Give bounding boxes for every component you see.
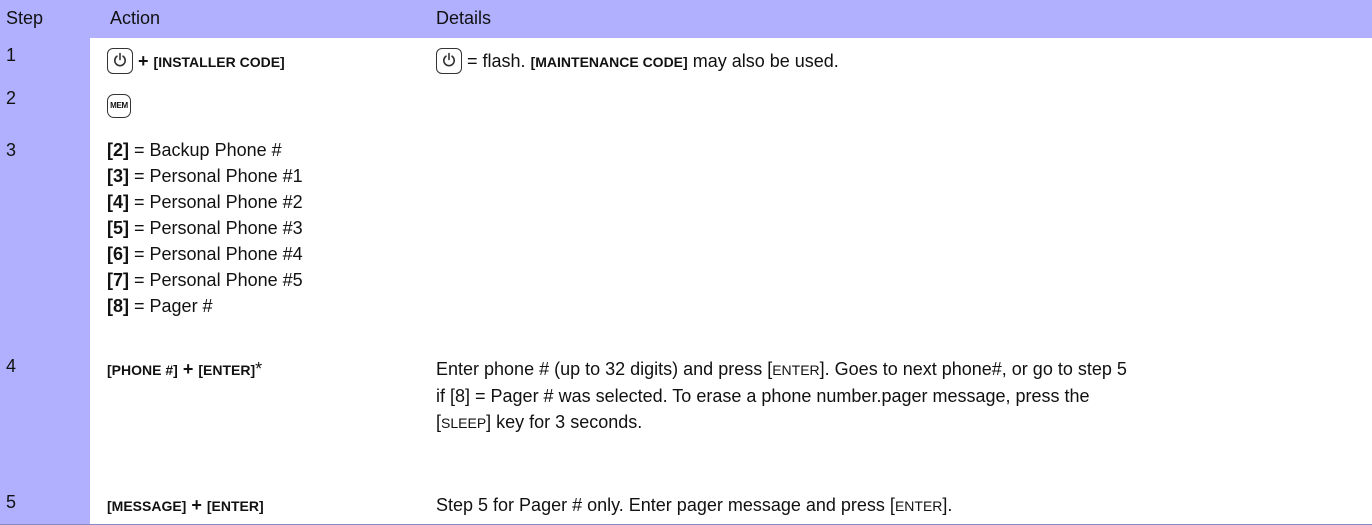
step-number: 2 [6, 88, 17, 108]
power-icon [114, 52, 126, 67]
details-rest: may also be used. [692, 51, 839, 71]
action-cell: [MESSAGE] + [ENTER] [107, 492, 264, 519]
header-step: Step [6, 8, 44, 28]
enter-key-text: ENTER [894, 498, 943, 514]
details-text: Step 5 for Pager # only. Enter pager mes… [436, 495, 895, 515]
step-cell: 1 [0, 38, 90, 84]
sleep-key-text: SLEEP [441, 415, 487, 431]
plus-sign: + [138, 51, 149, 71]
key-description: = Personal Phone #4 [134, 244, 303, 264]
instructions-table: Step Action Details 1 + [INSTALLER CODE] [0, 0, 1372, 525]
action-cell: [PHONE #] + [ENTER]* [107, 356, 262, 383]
step-cell: 2 [0, 84, 90, 134]
table-row: 5 [MESSAGE] + [ENTER] Step 5 for Pager #… [0, 484, 1372, 525]
details-text: ]. [942, 495, 953, 515]
action-cell: MEM [107, 92, 131, 119]
enter-key-text: ENTER [772, 362, 820, 378]
installer-code: [INSTALLER CODE] [153, 54, 285, 70]
key-code: [6] [107, 244, 129, 264]
list-item: [8] = Pager # [107, 293, 303, 319]
power-icon [443, 52, 455, 67]
list-item: [7] = Personal Phone #5 [107, 267, 303, 293]
details-text: ] key for 3 seconds. [486, 412, 643, 432]
footnote-star: * [255, 359, 263, 379]
enter-code: [ENTER] [206, 498, 264, 514]
header-action: Action [110, 8, 161, 28]
table-header: Step Action Details [0, 0, 1372, 38]
key-description: = Pager # [134, 296, 213, 316]
key-code: [4] [107, 192, 129, 212]
power-key-icon [107, 48, 133, 75]
step-number: 1 [6, 45, 17, 65]
list-item: [2] = Backup Phone # [107, 137, 303, 163]
key-code: [7] [107, 270, 129, 290]
phone-number-code: [PHONE #] [107, 362, 178, 378]
key-code: [2] [107, 140, 129, 160]
key-code: [5] [107, 218, 129, 238]
step-number: 3 [6, 140, 17, 160]
action-cell: [2] = Backup Phone # [3] = Personal Phon… [107, 137, 303, 319]
power-key-icon [436, 48, 462, 75]
list-item: [6] = Personal Phone #4 [107, 241, 303, 267]
key-description: = Backup Phone # [134, 140, 282, 160]
message-code: [MESSAGE] [107, 498, 187, 514]
key-code: [3] [107, 166, 129, 186]
key-code: [8] [107, 296, 129, 316]
plus-sign: + [182, 359, 194, 379]
mem-key-icon: MEM [107, 94, 131, 119]
enter-code: [ENTER] [198, 362, 256, 378]
action-cell: + [INSTALLER CODE] [107, 48, 285, 75]
details-flash: = flash. [467, 51, 526, 71]
details-cell: Enter phone # (up to 32 digits) and pres… [436, 356, 1356, 436]
list-item: [5] = Personal Phone #3 [107, 215, 303, 241]
details-line: Enter phone # (up to 32 digits) and pres… [436, 356, 1356, 383]
list-item: [3] = Personal Phone #1 [107, 163, 303, 189]
key-description: = Personal Phone #5 [134, 270, 303, 290]
details-text: Enter phone # (up to 32 digits) and pres… [436, 359, 773, 379]
key-description: = Personal Phone #1 [134, 166, 303, 186]
list-item: [4] = Personal Phone #2 [107, 189, 303, 215]
details-line: [SLEEP] key for 3 seconds. [436, 409, 1356, 436]
table-row: 2 MEM [0, 84, 1372, 134]
step-number: 5 [6, 492, 17, 512]
key-description: = Personal Phone #3 [134, 218, 303, 238]
details-cell: Step 5 for Pager # only. Enter pager mes… [436, 492, 1356, 519]
details-cell: = flash. [MAINTENANCE CODE] may also be … [436, 48, 1356, 75]
plus-sign: + [191, 495, 202, 515]
details-text: ]. Goes to next phone#, or go to step 5 [819, 359, 1127, 379]
step-number: 4 [6, 356, 17, 376]
table-row: 1 + [INSTALLER CODE] = flash. [MAINTENAN… [0, 38, 1372, 84]
header-details: Details [436, 8, 492, 28]
step-cell: 3 [0, 134, 90, 354]
table-row: 4 [PHONE #] + [ENTER]* Enter phone # (up… [0, 354, 1372, 484]
details-line: if [8] = Pager # was selected. To erase … [436, 386, 1090, 406]
key-description: = Personal Phone #2 [134, 192, 303, 212]
maintenance-code: [MAINTENANCE CODE] [530, 54, 688, 70]
table-row: 3 [2] = Backup Phone # [3] = Personal Ph… [0, 134, 1372, 354]
step-cell: 4 [0, 354, 90, 484]
step-cell: 5 [0, 484, 90, 524]
